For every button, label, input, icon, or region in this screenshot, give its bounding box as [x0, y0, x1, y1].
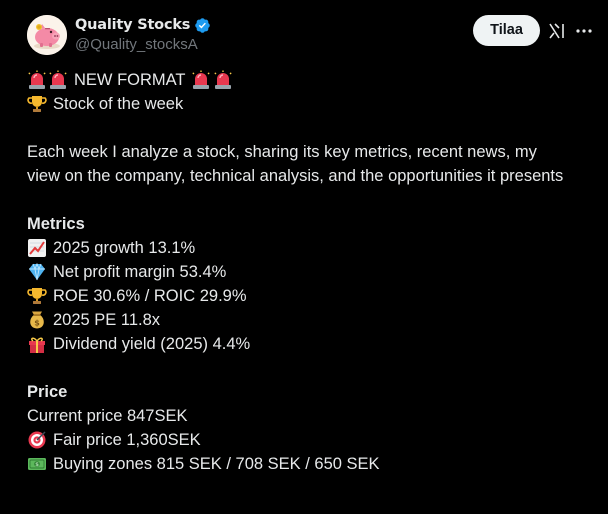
- headline-text: NEW FORMAT: [74, 71, 186, 89]
- metric-item: $ 2025 PE 11.8x: [27, 308, 592, 332]
- fair-price-text: Fair price 1,360SEK: [53, 431, 201, 449]
- grok-icon[interactable]: [548, 22, 566, 40]
- price-heading: Price: [27, 383, 68, 401]
- metric-text: ROE 30.6% / ROIC 29.9%: [53, 287, 247, 305]
- author-block: Quality Stocks @Quality_stocksA: [75, 15, 211, 54]
- svg-text:$: $: [35, 462, 39, 468]
- police-light-icon: [48, 70, 68, 90]
- intro-paragraph: Each week I analyze a stock, sharing its…: [27, 143, 564, 185]
- metrics-heading: Metrics: [27, 215, 85, 233]
- trophy-icon: [27, 94, 47, 114]
- police-light-icon: [213, 70, 233, 90]
- metric-text: 2025 PE 11.8x: [53, 311, 161, 329]
- metric-item: ROE 30.6% / ROIC 29.9%: [27, 284, 592, 308]
- buying-zones-line: $ Buying zones 815 SEK / 708 SEK / 650 S…: [27, 452, 592, 476]
- gift-icon: [27, 334, 47, 354]
- metric-item: Dividend yield (2025) 4.4%: [27, 332, 592, 356]
- money-bag-icon: $: [27, 310, 47, 330]
- avatar[interactable]: [27, 15, 67, 55]
- chart-increasing-icon: [27, 238, 47, 258]
- headline-line: NEW FORMAT: [27, 68, 592, 92]
- target-icon: [27, 430, 47, 450]
- author-handle[interactable]: @Quality_stocksA: [75, 36, 211, 54]
- metric-text: Net profit margin 53.4%: [53, 263, 227, 281]
- trophy-icon: [27, 286, 47, 306]
- police-light-icon: [27, 70, 47, 90]
- police-light-icon: [191, 70, 211, 90]
- metric-item: Net profit margin 53.4%: [27, 260, 592, 284]
- piggy-bank-icon: [27, 15, 67, 55]
- tweet-body: NEW FORMAT Stock of the week Each week I…: [27, 68, 592, 476]
- more-options-icon[interactable]: [575, 22, 593, 40]
- subtitle-text: Stock of the week: [53, 95, 184, 113]
- buying-zones-text: Buying zones 815 SEK / 708 SEK / 650 SEK: [53, 455, 380, 473]
- metric-text: 2025 growth 13.1%: [53, 239, 196, 257]
- gem-icon: [27, 262, 47, 282]
- metric-text: Dividend yield (2025) 4.4%: [53, 335, 251, 353]
- fair-price-line: Fair price 1,360SEK: [27, 428, 592, 452]
- subscribe-button[interactable]: Tilaa: [473, 15, 540, 46]
- verified-badge-icon: [194, 17, 211, 34]
- author-name[interactable]: Quality Stocks: [75, 17, 190, 33]
- tweet-header: Quality Stocks @Quality_stocksA Tilaa: [27, 12, 592, 60]
- metric-item: 2025 growth 13.1%: [27, 236, 592, 260]
- svg-text:$: $: [34, 319, 40, 328]
- subtitle-line: Stock of the week: [27, 92, 592, 116]
- dollar-banknote-icon: $: [27, 454, 47, 474]
- current-price: Current price 847SEK: [27, 407, 188, 425]
